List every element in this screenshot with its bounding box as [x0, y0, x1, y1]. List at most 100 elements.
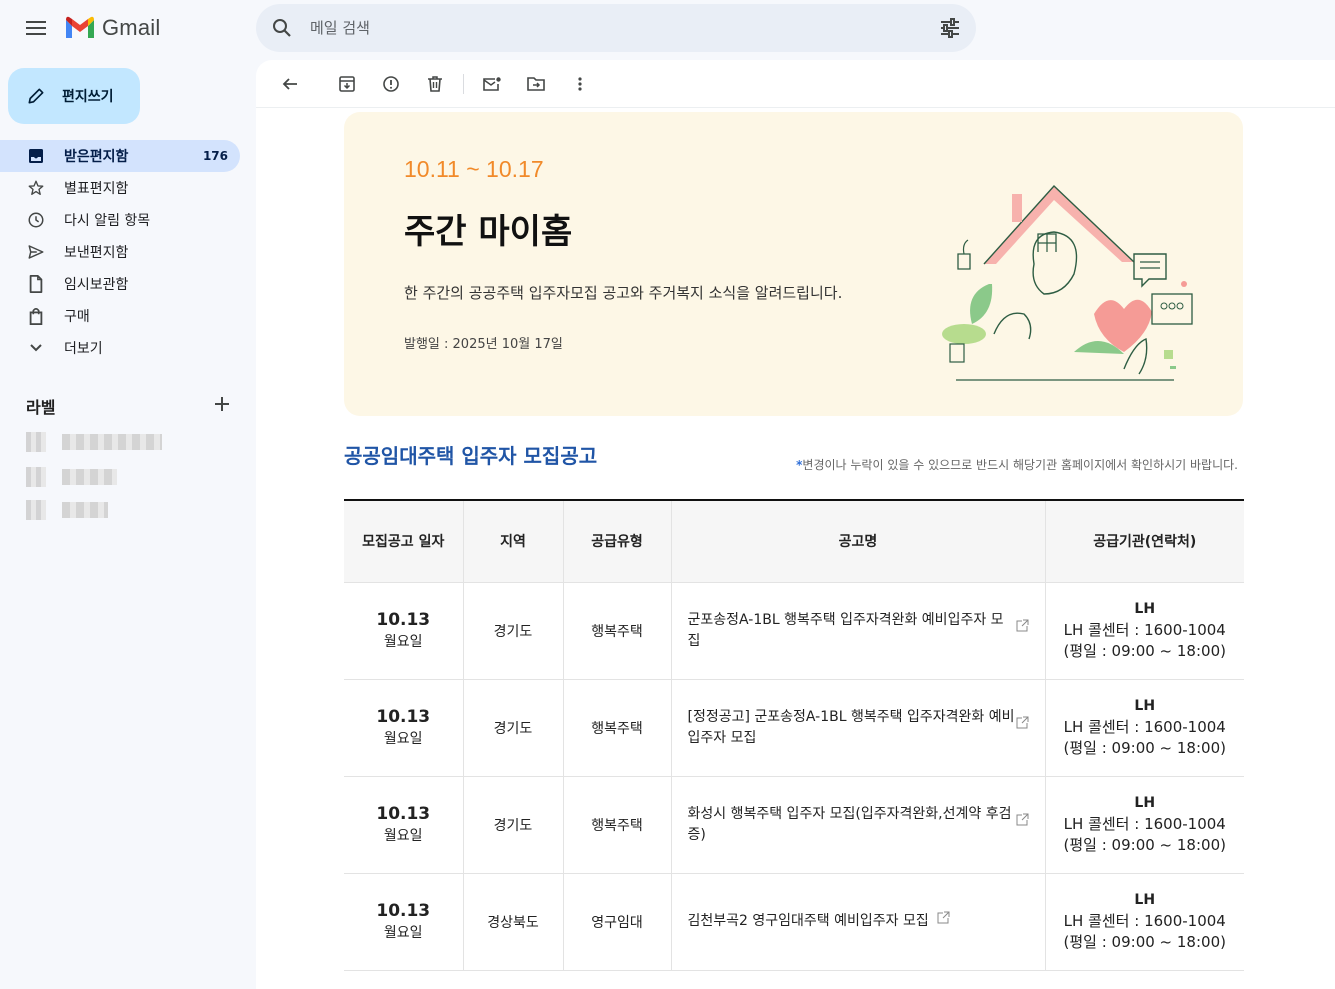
star-icon	[26, 178, 46, 198]
notice-title-cell[interactable]: 군포송정A-1BL 행복주택 입주자격완화 예비입주자 모집	[671, 582, 1046, 680]
notice-title-cell[interactable]: [정정공고] 군포송정A-1BL 행복주택 입주자격완화 예비입주자 모집	[671, 679, 1046, 777]
org-hours: (평일 : 09:00 ~ 18:00)	[1063, 933, 1226, 951]
compose-label: 편지쓰기	[62, 89, 114, 105]
region-cell: 경기도	[463, 582, 564, 680]
notice-title-link[interactable]: 김천부곡2 영구임대주택 예비입주자 모집	[688, 913, 929, 929]
region-cell: 경기도	[463, 776, 564, 874]
org-name: LH	[1134, 892, 1156, 908]
sidebar-item-starred[interactable]: 별표편지함	[0, 172, 240, 204]
sidebar-item-more[interactable]: 더보기	[0, 332, 240, 364]
report-spam-button[interactable]	[371, 64, 411, 104]
archive-icon	[339, 75, 355, 92]
top-bar: Gmail	[0, 0, 1335, 56]
more-actions-button[interactable]	[560, 64, 600, 104]
org-cell: LH LH 콜센터 : 1600-1004 (평일 : 09:00 ~ 18:00)	[1045, 776, 1244, 874]
archive-button[interactable]	[327, 64, 367, 104]
column-header: 공급유형	[563, 500, 672, 583]
search-input[interactable]	[310, 16, 910, 40]
notice-weekday: 월요일	[383, 925, 423, 941]
external-link-icon[interactable]	[937, 911, 950, 924]
labels-heading: 라벨	[26, 398, 56, 417]
plus-icon	[215, 397, 229, 411]
notice-weekday: 월요일	[383, 828, 423, 844]
search-options-icon[interactable]	[938, 16, 962, 40]
notice-date: 10.13	[376, 610, 431, 630]
sidebar-item-label: 구매	[64, 309, 90, 325]
table-row: 10.13 월요일 경상북도 영구임대 김천부곡2 영구임대주택 예비입주자 모집…	[344, 873, 1244, 971]
chevron-down-icon	[26, 338, 46, 358]
move-to-button[interactable]	[516, 64, 556, 104]
date-cell: 10.13 월요일	[344, 873, 464, 971]
org-cell: LH LH 콜센터 : 1600-1004 (평일 : 09:00 ~ 18:00)	[1045, 873, 1244, 971]
newsletter-title: 주간 마이홈	[404, 212, 573, 252]
label-redacted	[62, 469, 117, 485]
notice-title-link[interactable]: [정정공고] 군포송정A-1BL 행복주택 입주자격완화 예비입주자 모집	[688, 709, 1015, 746]
sidebar-item-purchases[interactable]: 구매	[0, 300, 240, 332]
type-cell: 행복주택	[563, 582, 672, 680]
external-link-icon[interactable]	[1016, 716, 1029, 729]
type-cell: 행복주택	[563, 776, 672, 874]
sidebar-item-label: 임시보관함	[64, 277, 129, 293]
back-icon	[282, 77, 297, 90]
notice-weekday: 월요일	[383, 731, 423, 747]
label-redacted	[62, 434, 162, 450]
newsletter-period: 10.11 ~ 10.17	[404, 156, 544, 182]
sidebar-item-label: 보낸편지함	[64, 245, 129, 261]
main-menu-button[interactable]	[16, 8, 56, 48]
mark-unread-icon	[483, 76, 501, 91]
sidebar-item-drafts[interactable]: 임시보관함	[0, 268, 240, 300]
external-link-icon[interactable]	[1016, 813, 1029, 826]
org-phone: LH 콜센터 : 1600-1004	[1063, 718, 1226, 736]
column-header: 공고명	[671, 500, 1046, 583]
clock-icon	[26, 210, 46, 230]
sidebar-item-label: 별표편지함	[64, 181, 129, 197]
mark-unread-button[interactable]	[472, 64, 512, 104]
sidebar-item-inbox[interactable]: 받은편지함 176	[0, 140, 240, 172]
column-header: 모집공고 일자	[344, 500, 464, 583]
table-row: 10.13 월요일 경기도 행복주택 [정정공고] 군포송정A-1BL 행복주택 …	[344, 679, 1244, 777]
notice-weekday: 월요일	[383, 634, 423, 650]
gmail-logo-text: Gmail	[102, 15, 161, 40]
sidebar-item-snoozed[interactable]: 다시 알림 항목	[0, 204, 240, 236]
add-label-button[interactable]	[212, 394, 232, 414]
notice-title-link[interactable]: 화성시 행복주택 입주자 모집(입주자격완화,선계약 후검증)	[688, 806, 1012, 843]
date-cell: 10.13 월요일	[344, 776, 464, 874]
delete-icon	[428, 75, 442, 92]
region-cell: 경상북도	[463, 873, 564, 971]
section-note: *변경이나 누락이 있을 수 있으므로 반드시 해당기관 홈페이지에서 확인하시…	[796, 456, 1238, 473]
notice-title-link[interactable]: 군포송정A-1BL 행복주택 입주자격완화 예비입주자 모집	[688, 612, 1004, 649]
sidebar-item-label: 더보기	[64, 341, 103, 357]
org-phone: LH 콜센터 : 1600-1004	[1063, 621, 1226, 639]
delete-button[interactable]	[415, 64, 455, 104]
compose-button[interactable]: 편지쓰기	[8, 68, 140, 124]
newsletter-issue-date: 발행일 : 2025년 10월 17일	[404, 337, 563, 352]
external-link-icon[interactable]	[1016, 619, 1029, 632]
shopping-bag-icon	[26, 306, 46, 326]
message-view: 10.11 ~ 10.17 주간 마이홈 한 주간의 공공주택 입주자모집 공고…	[256, 60, 1335, 989]
gmail-logo[interactable]: Gmail	[64, 14, 160, 42]
sidebar-item-sent[interactable]: 보낸편지함	[0, 236, 240, 268]
sidebar-item-label: 다시 알림 항목	[64, 213, 151, 229]
gmail-m-icon	[66, 16, 94, 38]
table-row: 10.13 월요일 경기도 행복주택 화성시 행복주택 입주자 모집(입주자격완화…	[344, 776, 1244, 874]
notice-date: 10.13	[376, 707, 431, 727]
label-icon	[26, 500, 46, 520]
org-name: LH	[1134, 795, 1156, 811]
search-icon[interactable]	[270, 16, 294, 40]
label-icon	[26, 467, 46, 487]
inbox-unread-count: 176	[202, 149, 228, 163]
notice-title-cell[interactable]: 화성시 행복주택 입주자 모집(입주자격완화,선계약 후검증)	[671, 776, 1046, 874]
date-cell: 10.13 월요일	[344, 679, 464, 777]
column-header: 공급기관(연락처)	[1045, 500, 1244, 583]
notice-title-cell[interactable]: 김천부곡2 영구임대주택 예비입주자 모집	[671, 873, 1046, 971]
org-cell: LH LH 콜센터 : 1600-1004 (평일 : 09:00 ~ 18:00)	[1045, 582, 1244, 680]
report-spam-icon	[383, 75, 399, 92]
note-text: 변경이나 누락이 있을 수 있으므로 반드시 해당기관 홈페이지에서 확인하시기…	[802, 458, 1238, 472]
back-button[interactable]	[270, 64, 310, 104]
newsletter-hero: 10.11 ~ 10.17 주간 마이홈 한 주간의 공공주택 입주자모집 공고…	[344, 112, 1243, 416]
move-to-icon	[527, 76, 545, 91]
search-bar[interactable]	[256, 4, 976, 52]
org-hours: (평일 : 09:00 ~ 18:00)	[1063, 642, 1226, 660]
more-icon	[578, 76, 582, 91]
org-name: LH	[1134, 698, 1156, 714]
